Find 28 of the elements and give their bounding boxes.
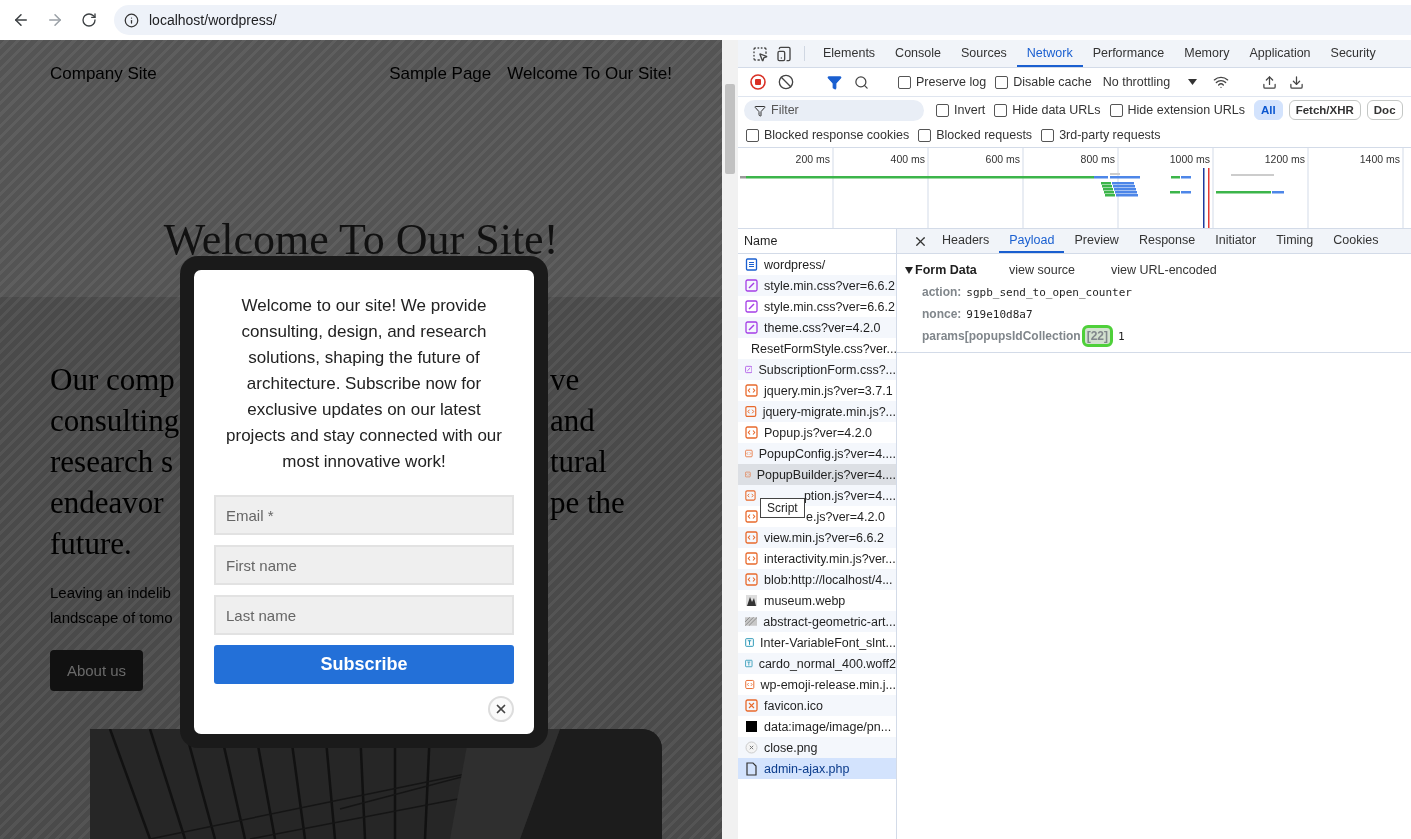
tick-label: 200 ms: [795, 153, 830, 165]
tick-label: 1200 ms: [1264, 153, 1305, 165]
field-value: sgpb_send_to_open_counter: [966, 285, 1132, 299]
tick-label: 1400 ms: [1359, 153, 1400, 165]
heading-text: and: [550, 402, 595, 439]
tick-label: 800 ms: [1080, 153, 1115, 165]
heading-text: Our comp: [50, 361, 175, 398]
heading-text: tural: [550, 443, 607, 480]
heading-text: consulting: [50, 402, 180, 439]
popup-message: Welcome to our site! We provide consulting, design, and research solutions, shaping the future of architecture. Subscribe now for exclusive updates on our latest projects and stay connected with our most innovative work!: [225, 295, 503, 473]
heading-text: ve: [550, 361, 580, 398]
field-key: params[popupsIdCollection: [922, 329, 1081, 343]
tooltip: Script: [760, 498, 805, 518]
field-key: action:: [922, 285, 962, 299]
field-value: 919e10d8a7: [966, 307, 1033, 321]
paragraph-text: Leaving an indelib: [50, 583, 171, 603]
heading-text: research s: [50, 443, 174, 480]
heading-text: future.: [50, 525, 132, 562]
tick-label: 400 ms: [890, 153, 925, 165]
heading-text: pe the: [550, 484, 625, 521]
tick-label: 1000 ms: [1169, 153, 1210, 165]
paragraph-text: landscape of tomo: [50, 608, 173, 628]
tick-label: 600 ms: [985, 153, 1020, 165]
hero-title: Welcome To Our Site!: [162, 214, 560, 265]
heading-text: endeavor: [50, 484, 164, 521]
field-value: 1: [1118, 329, 1125, 343]
field-key: nonce:: [922, 307, 962, 321]
highlighted-key: [22]: [1081, 325, 1114, 347]
